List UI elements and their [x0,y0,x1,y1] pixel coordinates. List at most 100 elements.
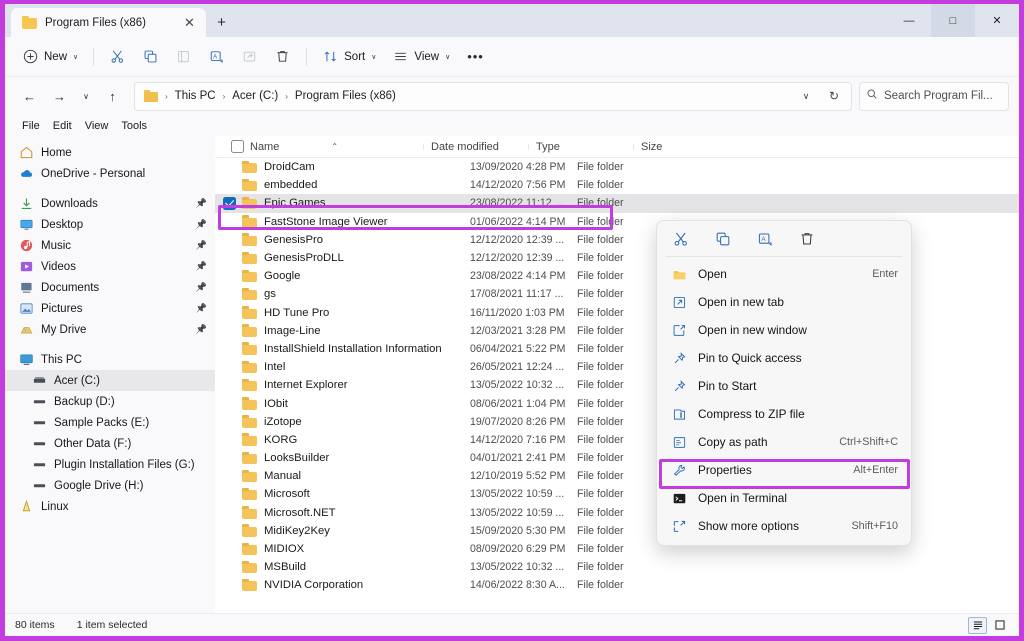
breadcrumb-acer-c[interactable]: Acer (C:) [229,90,281,102]
refresh-icon[interactable]: ↻ [821,84,847,109]
row-checkbox[interactable] [223,579,236,592]
context-menu-item-show-more-options[interactable]: Show more options Shift+F10 [660,512,908,540]
sidebar-item-linux[interactable]: Linux [5,496,215,517]
column-header-type[interactable]: Type [528,141,633,153]
row-checkbox[interactable] [223,161,236,174]
view-button[interactable]: View ∨ [385,43,457,71]
column-header-name[interactable]: Name ⌃ [223,140,423,153]
sidebar-item-my-drive[interactable]: My Drive 📌 [5,319,215,340]
sidebar-item-music[interactable]: Music 📌 [5,235,215,256]
context-menu-item-properties[interactable]: Properties Alt+Enter [660,456,908,484]
search-box[interactable]: Search Program Fil... [859,81,1009,111]
row-checkbox[interactable] [223,288,236,301]
table-row[interactable]: DroidCam 13/09/2020 4:28 PM File folder [215,158,1019,176]
row-checkbox[interactable] [223,233,236,246]
context-menu-item-open-in-new-window[interactable]: Open in new window [660,316,908,344]
table-row[interactable]: Epic Games 23/08/2022 11:12 ... File folde… [215,194,1019,213]
close-tab-icon[interactable]: ✕ [179,12,200,33]
pin-icon[interactable]: 📌 [196,261,207,272]
row-checkbox[interactable] [223,324,236,337]
tab-program-files-x86[interactable]: Program Files (x86) ✕ [11,8,206,37]
delete-icon[interactable] [796,228,817,249]
table-row[interactable]: MSBuild 13/05/2022 10:32 ... File folder [215,558,1019,576]
row-checkbox[interactable] [223,452,236,465]
row-checkbox[interactable] [223,252,236,265]
menu-file[interactable]: File [17,119,45,133]
row-checkbox[interactable] [223,397,236,410]
sidebar-item-acer-c[interactable]: Acer (C:) [5,370,215,391]
select-all-checkbox[interactable] [231,140,244,153]
sidebar-item-sample-packs-e[interactable]: Sample Packs (E:) [5,412,215,433]
row-checkbox[interactable] [223,415,236,428]
menu-edit[interactable]: Edit [48,119,77,133]
row-checkbox[interactable] [223,543,236,556]
see-more-button[interactable]: ••• [459,49,492,64]
row-checkbox[interactable] [223,342,236,355]
rename-icon[interactable]: A [754,228,775,249]
cut-icon[interactable] [670,228,691,249]
row-checkbox[interactable] [223,306,236,319]
copy-icon[interactable] [712,228,733,249]
breadcrumb-program-files-x86[interactable]: Program Files (x86) [292,90,399,102]
rename-button[interactable]: A [201,43,232,71]
close-window-button[interactable]: ✕ [975,4,1019,37]
sidebar-item-this-pc[interactable]: This PC [5,349,215,370]
pin-icon[interactable]: 📌 [196,303,207,314]
column-header-date-modified[interactable]: Date modified [423,141,528,153]
context-menu-item-open-in-terminal[interactable]: Open in Terminal [660,484,908,512]
row-checkbox[interactable] [223,361,236,374]
row-checkbox[interactable] [223,561,236,574]
menu-view[interactable]: View [80,119,114,133]
address-dropdown-icon[interactable]: ∨ [793,84,819,109]
breadcrumb-this-pc[interactable]: This PC [172,90,219,102]
large-icons-view-button[interactable] [990,617,1009,634]
forward-button[interactable]: → [45,82,74,111]
back-button[interactable]: ← [15,82,44,111]
sort-button[interactable]: Sort ∨ [315,43,383,71]
minimize-button[interactable]: — [887,4,931,37]
context-menu-item-open[interactable]: Open Enter [660,260,908,288]
sidebar-item-home[interactable]: Home [5,142,215,163]
row-checkbox[interactable] [223,433,236,446]
recent-locations-button[interactable]: ∨ [75,82,97,111]
sidebar-item-videos[interactable]: Videos 📌 [5,256,215,277]
context-menu-item-open-in-new-tab[interactable]: Open in new tab [660,288,908,316]
new-button[interactable]: New ∨ [15,43,85,71]
sidebar-item-other-data-f[interactable]: Other Data (F:) [5,433,215,454]
row-checkbox[interactable] [223,488,236,501]
sidebar-item-backup-d[interactable]: Backup (D:) [5,391,215,412]
sidebar-item-google-drive-h[interactable]: Google Drive (H:) [5,475,215,496]
context-menu-item-copy-as-path[interactable]: Copy as path Ctrl+Shift+C [660,428,908,456]
menu-tools[interactable]: Tools [116,119,152,133]
row-checkbox[interactable] [223,270,236,283]
cut-button[interactable] [102,43,133,71]
context-menu-item-pin-to-quick-access[interactable]: Pin to Quick access [660,344,908,372]
row-checkbox[interactable] [223,196,236,210]
row-checkbox[interactable] [223,179,236,192]
new-tab-button[interactable]: + [206,8,237,37]
up-button[interactable]: ↑ [98,82,127,111]
sidebar-item-documents[interactable]: Documents 📌 [5,277,215,298]
context-menu-item-pin-to-start[interactable]: Pin to Start [660,372,908,400]
column-header-size[interactable]: Size [633,141,693,153]
sidebar-item-desktop[interactable]: Desktop 📌 [5,214,215,235]
pin-icon[interactable]: 📌 [196,282,207,293]
delete-button[interactable] [267,43,298,71]
sidebar-item-pictures[interactable]: Pictures 📌 [5,298,215,319]
sidebar-item-downloads[interactable]: Downloads 📌 [5,193,215,214]
copy-button[interactable] [135,43,166,71]
table-row[interactable]: NVIDIA Corporation 14/06/2022 8:30 A... Fi… [215,576,1019,594]
row-checkbox[interactable] [223,506,236,519]
maximize-button[interactable]: □ [931,4,975,37]
row-checkbox[interactable] [223,379,236,392]
row-checkbox[interactable] [223,215,236,228]
details-view-button[interactable] [968,616,987,634]
sidebar-item-onedrive-personal[interactable]: OneDrive - Personal [5,163,215,184]
pin-icon[interactable]: 📌 [196,219,207,230]
search-input[interactable]: Search Program Fil... [884,90,993,102]
pin-icon[interactable]: 📌 [196,324,207,335]
pin-icon[interactable]: 📌 [196,240,207,251]
table-row[interactable]: embedded 14/12/2020 7:56 PM File folder [215,176,1019,194]
row-checkbox[interactable] [223,524,236,537]
row-checkbox[interactable] [223,470,236,483]
